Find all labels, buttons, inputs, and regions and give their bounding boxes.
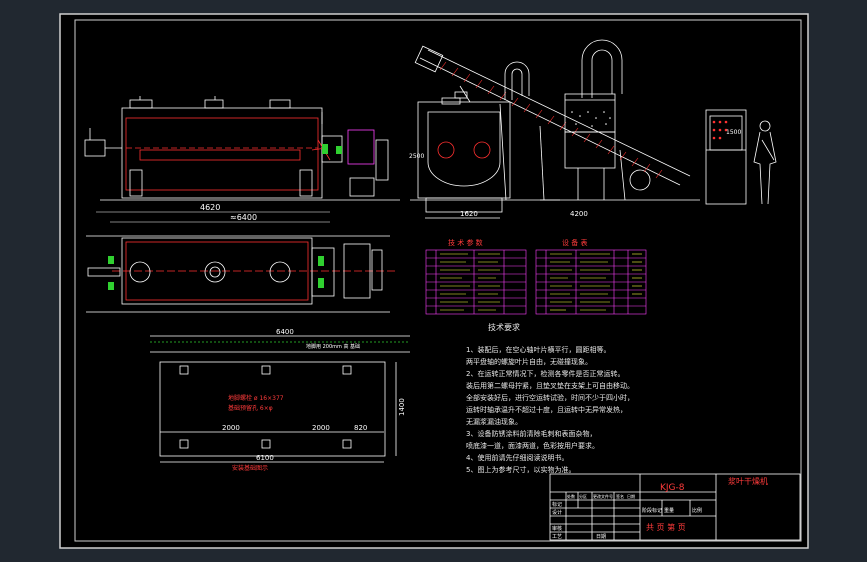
sheet-count: 共 页 第 页 [646, 522, 686, 532]
foundation-top-label: 地脚用 200mm 高 基础 [306, 343, 360, 350]
cabinet-label: 1500 [726, 129, 741, 136]
title-col-count: 处数 [567, 493, 575, 499]
drawing-sheet: 4620 ≈6400 1620 2500 4200 1500 6400 地脚用 … [59, 13, 809, 549]
title-scale: 比例 [692, 507, 702, 514]
title-col-sign: 签名 [616, 493, 624, 499]
requirement-line: 喷底漆一道，面漆两道，色彩按用户要求。 [466, 441, 599, 450]
dim-foundation-mid: 2000 [312, 424, 330, 432]
drawing-name: 浆叶干燥机 [728, 476, 768, 486]
requirement-line: 无漏浆漏油现象。 [466, 417, 522, 426]
dim-foundation-left: 2000 [222, 424, 240, 432]
requirement-line: 1、装配后，在空心轴叶片横平行，圆距相等。 [466, 345, 610, 354]
requirement-line: 运转时轴承温升不超过十度，且运转中无异常发热， [466, 405, 627, 414]
title-col-docno: 更改文件号 [593, 493, 613, 499]
dim-plan-right: 4200 [570, 210, 588, 218]
title-weight: 重量 [664, 507, 674, 514]
title-row-design: 设计 [552, 509, 562, 516]
dim-side-total: ≈6400 [230, 213, 257, 222]
dim-foundation-right: 820 [354, 424, 367, 432]
foundation-note-2: 基础预留孔 6×φ [228, 404, 273, 412]
requirement-line: 4、使用前请先仔细阅读说明书。 [466, 453, 568, 462]
dim-front-height: 2500 [409, 153, 424, 160]
requirement-line: 3、设备防锈涂料前清除毛刺和表面杂物， [466, 429, 596, 438]
requirement-line: 两平盘轴的螺旋叶片自由，无碰撞现象。 [466, 357, 592, 366]
requirement-line: 装后用第二螺母拧紧，且垫叉垫在支架上可自由移动。 [466, 381, 634, 390]
dim-foundation-height: 1400 [398, 398, 406, 416]
title-col-date: 日期 [627, 493, 635, 499]
foundation-note-1: 地脚螺栓 ø 16×377 [228, 394, 284, 402]
drawing-code: KJG-8 [660, 483, 685, 493]
title-row-mark: 标记 [552, 501, 562, 508]
title-row-process: 工艺 [552, 534, 562, 540]
title-row-review: 审核 [552, 525, 562, 532]
sheet-outer-border [59, 13, 809, 549]
cad-drawing-canvas: 4620 ≈6400 1620 2500 4200 1500 6400 地脚用 … [0, 0, 867, 562]
requirement-line: 全部安装好后，进行空运转试验，时间不少于四小时， [466, 393, 634, 402]
dim-front-width: 1620 [460, 210, 478, 218]
requirement-line: 5、图上为参考尺寸，以实物为准。 [466, 465, 575, 474]
table1-title: 技 术 参 数 [448, 238, 483, 247]
foundation-label: 安装基础图示 [232, 464, 268, 472]
title-col-zone: 分区 [579, 493, 587, 499]
dim-foundation-top: 6400 [276, 328, 294, 336]
requirement-line: 2、在运转正常情况下，检测各零件是否正常运转。 [466, 369, 624, 378]
table2-title: 设 备 表 [562, 238, 587, 247]
requirements-title: 技术要求 [488, 322, 520, 332]
title-stage: 阶段标记 [642, 507, 662, 514]
title-date: 日期 [596, 534, 606, 540]
dim-foundation-bottom: 6100 [256, 454, 274, 462]
dim-side-inner: 4620 [200, 203, 220, 212]
